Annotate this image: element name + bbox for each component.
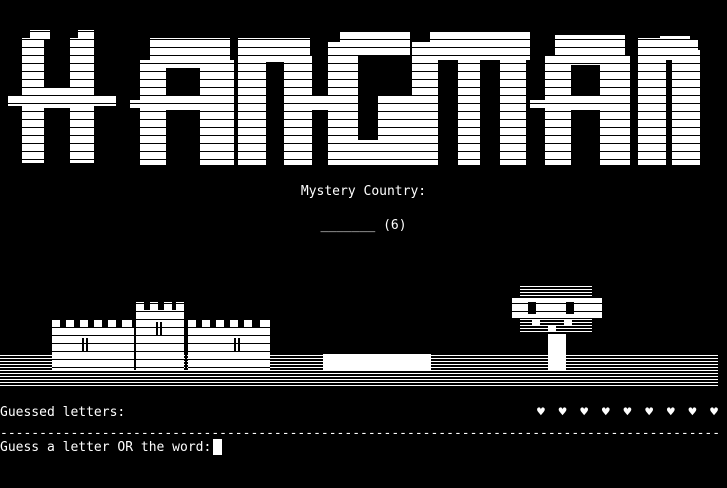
title-letter-g [308,32,412,165]
mystery-country-label: Mystery Country: [300,184,427,199]
title-letter-n [238,38,312,165]
title-letter-a-2 [530,35,630,165]
lives-heart-icons: ♥ ♥ ♥ ♥ ♥ ♥ ♥ ♥ ♥ [536,405,721,420]
text-cursor[interactable] [213,439,223,455]
word-progress: _______ (6) [0,218,727,233]
title-letter-h [8,30,116,163]
hangman-title-art [8,30,700,165]
title-letter-m [412,32,530,165]
hangman-scene [0,286,718,386]
guessed-letters-row: Guessed letters: ♥ ♥ ♥ ♥ ♥ ♥ ♥ ♥ ♥ [0,405,727,423]
word-blanks: _______ [320,218,376,233]
title-letter-a [130,38,234,165]
word-length-hint: (6) [383,218,407,233]
title-letter-n-2 [638,36,700,165]
guess-input-row[interactable]: Guess a letter OR the word: [0,439,223,455]
guess-prompt-label: Guess a letter OR the word: [0,439,212,455]
guessed-letters-label: Guessed letters: [0,405,126,420]
gallows-platform [323,354,431,370]
